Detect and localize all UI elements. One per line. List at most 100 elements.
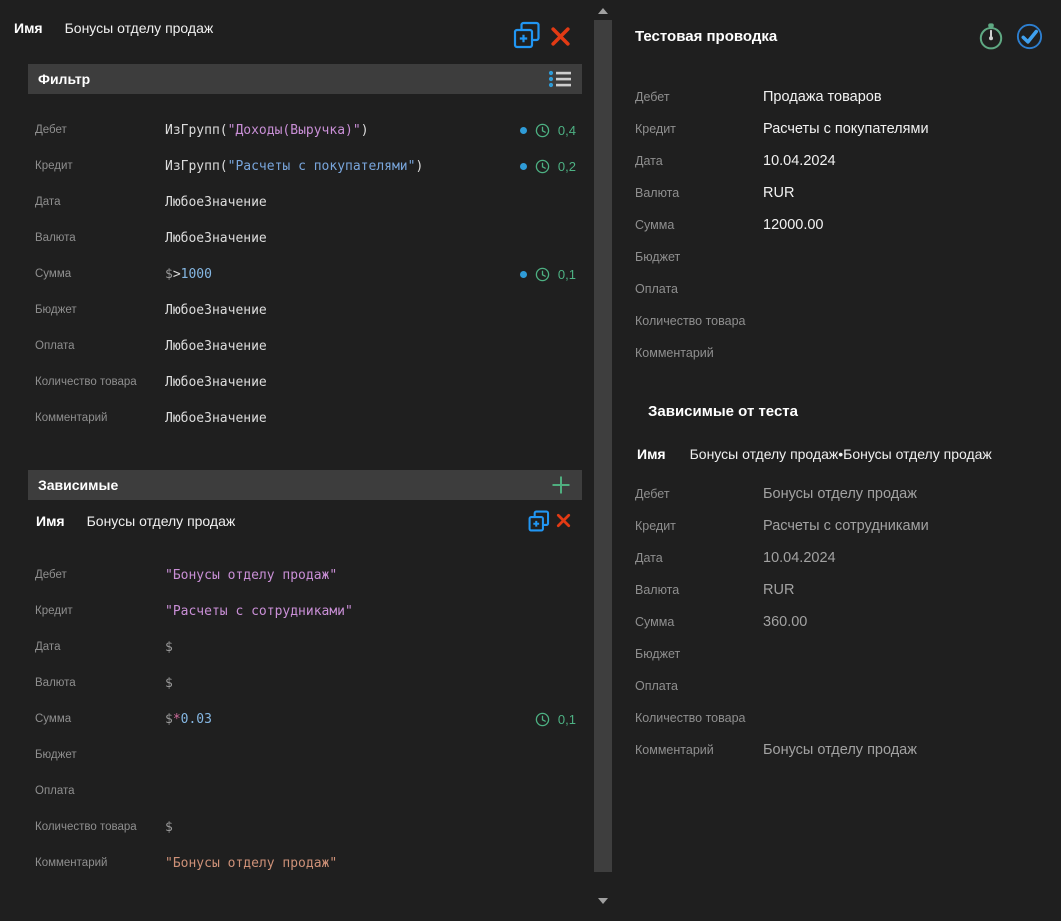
value-segment: ЛюбоеЗначение: [165, 303, 267, 318]
field-value[interactable]: ИзГрупп("Доходы(Выручка)"): [165, 123, 520, 138]
field-value[interactable]: RUR: [763, 185, 1061, 201]
field-label: Сумма: [35, 268, 165, 280]
row-badges: 0,1: [535, 712, 576, 727]
scrollbar-thumb[interactable]: [594, 20, 612, 872]
clock-icon: [535, 159, 550, 174]
field-row: КомментарийЛюбоеЗначение: [0, 400, 585, 436]
field-row: ВалютаRUR: [620, 177, 1061, 209]
field-value[interactable]: ЛюбоеЗначение: [165, 375, 576, 390]
execution-time: 0,4: [558, 123, 576, 138]
field-value[interactable]: ЛюбоеЗначение: [165, 303, 576, 318]
field-label: Комментарий: [35, 857, 165, 869]
field-label: Сумма: [635, 218, 763, 232]
test-transaction-rows: ДебетПродажа товаровКредитРасчеты с поку…: [620, 81, 1061, 369]
test-dependent-rows: ДебетБонусы отделу продажКредитРасчеты с…: [620, 478, 1061, 766]
name-label: Имя: [36, 513, 65, 529]
blue-dot-icon: [520, 271, 527, 278]
field-value[interactable]: ЛюбоеЗначение: [165, 411, 576, 426]
field-row: Кредит"Расчеты с сотрудниками": [0, 593, 585, 629]
value-segment: ЛюбоеЗначение: [165, 231, 267, 246]
value-segment: *: [173, 712, 181, 727]
field-label: Оплата: [635, 679, 763, 693]
field-value[interactable]: $: [165, 640, 576, 655]
dependents-section-title: Зависимые: [38, 477, 118, 493]
clock-icon: [535, 712, 550, 727]
value-segment: $: [165, 267, 173, 282]
field-value[interactable]: "Бонусы отделу продаж": [165, 568, 576, 583]
value-segment: >: [173, 267, 181, 282]
field-label: Дебет: [635, 90, 763, 104]
dependents-section-bar: Зависимые: [28, 470, 582, 500]
field-row: Количество товараЛюбоеЗначение: [0, 364, 585, 400]
accept-check-icon[interactable]: [1016, 23, 1043, 50]
field-value[interactable]: ЛюбоеЗначение: [165, 195, 576, 210]
delete-dependent-icon[interactable]: [556, 513, 571, 528]
field-row: Оплата: [620, 273, 1061, 305]
field-row: ДебетБонусы отделу продаж: [620, 478, 1061, 510]
execution-time: 0,1: [558, 267, 576, 282]
field-label: Сумма: [35, 713, 165, 725]
field-label: Дебет: [635, 487, 763, 501]
name-label: Имя: [14, 20, 43, 36]
field-value[interactable]: 12000.00: [763, 217, 1061, 233]
field-value[interactable]: $>1000: [165, 267, 520, 282]
field-label: Количество товара: [635, 314, 763, 328]
value-segment: ИзГрупп(: [165, 159, 228, 174]
test-transaction-panel: Тестовая проводка ДебетПродажа товаровКр…: [620, 0, 1061, 921]
value-segment: $: [165, 820, 173, 835]
field-value[interactable]: 10.04.2024: [763, 153, 1061, 169]
field-label: Кредит: [35, 160, 165, 172]
filter-section-bar: Фильтр: [28, 64, 582, 94]
blue-dot-icon: [520, 127, 527, 134]
field-value[interactable]: $: [165, 820, 576, 835]
run-test-stopwatch-icon[interactable]: [976, 21, 1006, 51]
value-segment: 1000: [181, 267, 212, 282]
add-dependent-icon[interactable]: [550, 474, 572, 496]
value-segment: $: [165, 640, 173, 655]
value-segment: ): [415, 159, 423, 174]
field-value[interactable]: ЛюбоеЗначение: [165, 339, 576, 354]
dependent-name-row: Имя Бонусы отделу продаж: [36, 508, 235, 534]
field-value[interactable]: Расчеты с покупателями: [763, 121, 1061, 137]
scroll-up-icon[interactable]: [598, 8, 608, 14]
field-row: ДебетПродажа товаров: [620, 81, 1061, 113]
field-label: Валюта: [635, 186, 763, 200]
field-value[interactable]: ИзГрупп("Расчеты с покупателями"): [165, 159, 520, 174]
field-value[interactable]: $: [165, 676, 576, 691]
field-label: Оплата: [35, 785, 165, 797]
scroll-down-icon[interactable]: [598, 898, 608, 904]
field-value: 360.00: [763, 614, 1061, 630]
field-label: Бюджет: [635, 250, 763, 264]
field-row: ОплатаЛюбоеЗначение: [0, 328, 585, 364]
field-row: Бюджет: [620, 241, 1061, 273]
test-dependent-name-row: Имя Бонусы отделу продаж•Бонусы отделу п…: [637, 442, 992, 466]
delete-rule-icon[interactable]: [550, 26, 571, 47]
field-row: Дата10.04.2024: [620, 145, 1061, 177]
field-label: Кредит: [35, 605, 165, 617]
field-value[interactable]: $*0.03: [165, 712, 535, 727]
duplicate-dependent-icon[interactable]: [528, 510, 550, 532]
field-row: Оплата: [620, 670, 1061, 702]
field-row: ДебетИзГрупп("Доходы(Выручка)") 0,4: [0, 112, 585, 148]
field-value: Бонусы отделу продаж: [763, 486, 1061, 502]
execution-time: 0,1: [558, 712, 576, 727]
field-value[interactable]: "Бонусы отделу продаж": [165, 856, 576, 871]
test-dependent-name-value: Бонусы отделу продаж•Бонусы отделу прода…: [690, 446, 992, 462]
field-label: Дебет: [35, 124, 165, 136]
field-row: КредитИзГрупп("Расчеты с покупателями")0…: [0, 148, 585, 184]
field-value: Расчеты с сотрудниками: [763, 518, 1061, 534]
rule-name-value[interactable]: Бонусы отделу продаж: [65, 20, 214, 36]
field-label: Комментарий: [635, 346, 763, 360]
field-value[interactable]: ЛюбоеЗначение: [165, 231, 576, 246]
value-segment: ЛюбоеЗначение: [165, 339, 267, 354]
field-value[interactable]: Продажа товаров: [763, 89, 1061, 105]
duplicate-rule-icon[interactable]: [513, 21, 541, 49]
field-value[interactable]: "Расчеты с сотрудниками": [165, 604, 576, 619]
blue-dot-icon: [520, 163, 527, 170]
dependent-name-value[interactable]: Бонусы отделу продаж: [87, 513, 236, 529]
clock-icon: [535, 123, 550, 138]
rule-name-row: Имя Бонусы отделу продаж: [14, 15, 213, 41]
filter-menu-icon[interactable]: [548, 70, 572, 88]
field-row: Количество товара: [620, 702, 1061, 734]
field-row: Количество товара: [620, 305, 1061, 337]
